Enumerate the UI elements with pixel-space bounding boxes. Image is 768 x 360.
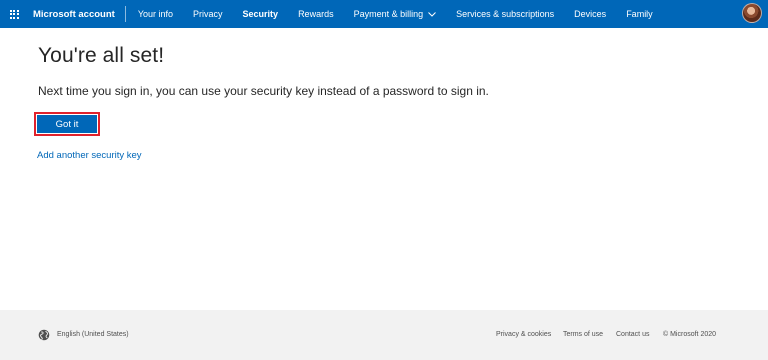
contact-us-link[interactable]: Contact us	[616, 331, 649, 338]
brand-divider	[124, 6, 126, 22]
app-launcher-button[interactable]	[0, 0, 28, 28]
chevron-down-icon	[428, 11, 436, 17]
got-it-button[interactable]: Got it	[37, 115, 97, 133]
brand-title[interactable]: Microsoft account	[28, 0, 125, 28]
main-content: You're all set!	[38, 44, 164, 68]
add-another-security-key-link[interactable]: Add another security key	[37, 150, 142, 161]
confirmation-message: Next time you sign in, you can use your …	[38, 84, 489, 98]
top-navigation-bar: Microsoft account Your info Privacy Secu…	[0, 0, 768, 28]
nav-family[interactable]: Family	[616, 0, 663, 28]
waffle-icon	[9, 9, 19, 19]
nav-privacy[interactable]: Privacy	[183, 0, 233, 28]
page-title: You're all set!	[38, 44, 165, 67]
language-selector[interactable]: English (United States)	[57, 331, 129, 338]
nav-security[interactable]: Security	[233, 0, 289, 28]
nav-payment-billing-label: Payment & billing	[353, 9, 424, 19]
nav-rewards[interactable]: Rewards	[288, 0, 344, 28]
nav-devices[interactable]: Devices	[564, 0, 616, 28]
privacy-cookies-link[interactable]: Privacy & cookies	[496, 331, 551, 338]
nav-services-subscriptions[interactable]: Services & subscriptions	[446, 0, 564, 28]
nav-payment-billing[interactable]: Payment & billing	[344, 0, 447, 28]
footer: English (United States) Privacy & cookie…	[0, 310, 768, 360]
globe-icon	[38, 329, 50, 341]
highlight-box: Got it	[34, 112, 100, 136]
terms-of-use-link[interactable]: Terms of use	[563, 331, 603, 338]
avatar[interactable]	[742, 3, 762, 23]
copyright-text: © Microsoft 2020	[663, 331, 717, 338]
nav-your-info[interactable]: Your info	[128, 0, 183, 28]
